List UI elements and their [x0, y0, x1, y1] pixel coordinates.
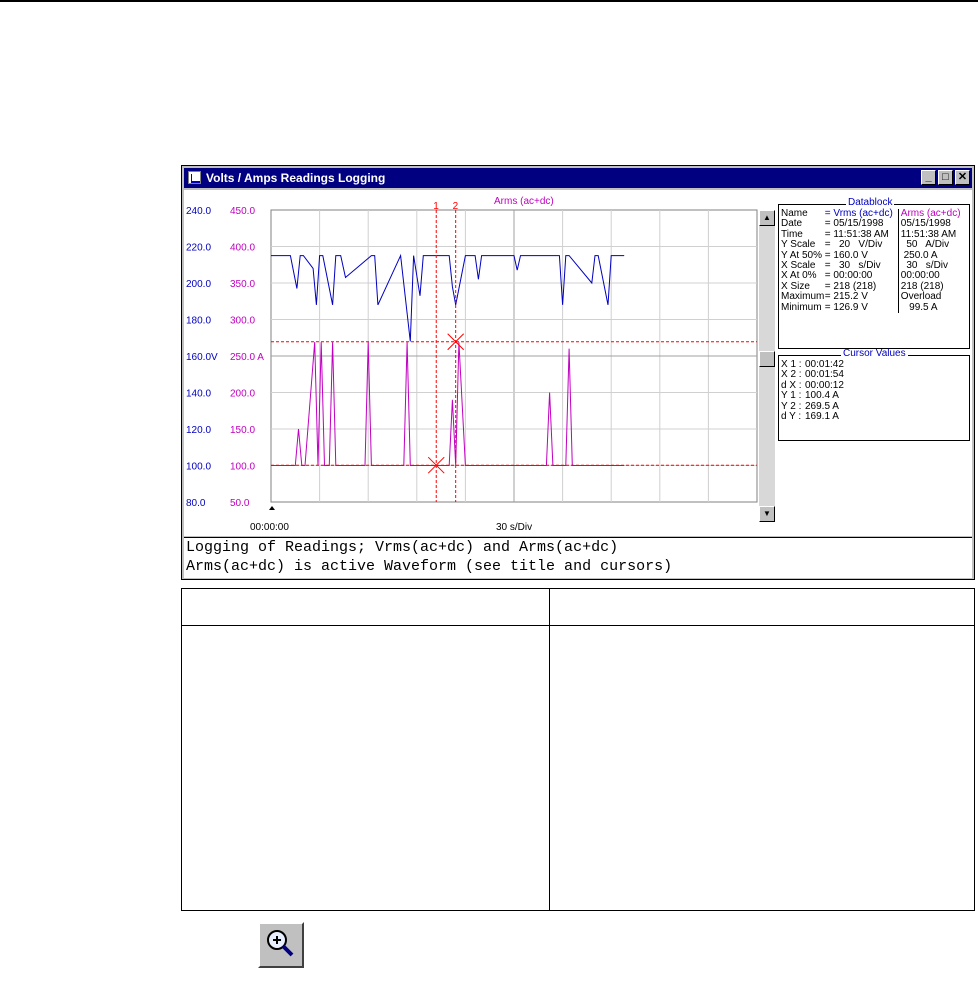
top-rule	[0, 0, 978, 2]
table-cell	[182, 626, 549, 910]
zoom-button[interactable]	[258, 922, 304, 968]
cursor-value: 169.1 A	[805, 411, 839, 423]
volts-tick-label: 220.0	[186, 243, 211, 254]
blank-table	[181, 588, 975, 911]
table-cell	[550, 626, 974, 910]
amps-tick-label: 250.0 A	[230, 352, 264, 363]
scroll-thumb[interactable]	[759, 351, 775, 367]
table-header-cell	[182, 589, 549, 625]
x-start-label: 00:00:00	[250, 522, 289, 533]
amps-tick-label: 50.0	[230, 498, 250, 509]
cursor-values-panel: Cursor Values X 1 :00:01:42 X 2 :00:01:54…	[778, 348, 970, 441]
amps-tick-label: 150.0	[230, 425, 255, 436]
amps-tick-label: 100.0	[230, 462, 255, 473]
title-bar[interactable]: Volts / Amps Readings Logging _ □ ✕	[184, 168, 972, 188]
minimize-button[interactable]: _	[921, 170, 936, 185]
cursor-value-row: d Y :169.1 A	[781, 411, 967, 423]
scroll-up-button[interactable]: ▲	[759, 210, 775, 226]
vertical-scrollbar[interactable]: ▲ ▼	[759, 210, 775, 522]
volts-tick-label: 240.0	[186, 206, 211, 217]
window-title: Volts / Amps Readings Logging	[206, 171, 386, 185]
amps-tick-label: 350.0	[230, 279, 255, 290]
status-line-2: Arms(ac+dc) is active Waveform (see titl…	[186, 558, 673, 575]
datablock-row: Minimum = 126.9 V 99.5 A	[781, 301, 967, 314]
amps-tick-label: 200.0	[230, 389, 255, 400]
table-header-cell	[550, 589, 974, 625]
volts-tick-label: 140.0	[186, 389, 211, 400]
amps-tick-label: 300.0	[230, 316, 255, 327]
volts-tick-label: 160.0V	[186, 352, 218, 363]
waveform-chart[interactable]: 240.0220.0200.0180.0160.0V140.0120.0100.…	[184, 190, 759, 536]
close-button[interactable]: ✕	[955, 170, 970, 185]
app-icon[interactable]	[188, 171, 201, 184]
datablock-row-volts: = 126.9 V	[824, 301, 868, 313]
scroll-down-button[interactable]: ▼	[759, 506, 775, 522]
amps-tick-label: 450.0	[230, 206, 255, 217]
datablock-row-label: Minimum	[781, 301, 822, 313]
cursor-value-label: d Y :	[781, 411, 802, 423]
volts-tick-label: 80.0	[186, 498, 206, 509]
logging-window: Volts / Amps Readings Logging _ □ ✕ 240.…	[181, 165, 975, 580]
chart-title: Arms (ac+dc)	[494, 196, 554, 207]
volts-tick-label: 200.0	[186, 279, 211, 290]
volts-tick-label: 100.0	[186, 462, 211, 473]
status-text-area: Logging of Readings; Vrms(ac+dc) and Arm…	[184, 537, 972, 578]
x-origin-marker	[269, 506, 275, 510]
datablock-row-amps: 99.5 A	[897, 302, 967, 314]
datablock-title: Datablock	[846, 197, 895, 209]
maximize-button[interactable]: □	[938, 170, 953, 185]
zoom-in-icon	[267, 930, 294, 957]
cursor-2-label: 2	[453, 201, 459, 212]
volts-tick-label: 180.0	[186, 316, 211, 327]
cursor-values-title: Cursor Values	[841, 348, 908, 360]
datablock-panel: Datablock Name = Vrms (ac+dc) Arms (ac+d…	[778, 197, 970, 349]
chart-area: 240.0 220.0 200.0 180.0 160.0V 140.0 120.0 100.…	[184, 190, 972, 536]
amps-tick-label: 400.0	[230, 243, 255, 254]
cursor-1-label: 1	[433, 201, 439, 212]
status-line-1: Logging of Readings; Vrms(ac+dc) and Arm…	[186, 539, 619, 556]
volts-tick-label: 120.0	[186, 425, 211, 436]
x-scale-label: 30 s/Div	[496, 522, 532, 533]
